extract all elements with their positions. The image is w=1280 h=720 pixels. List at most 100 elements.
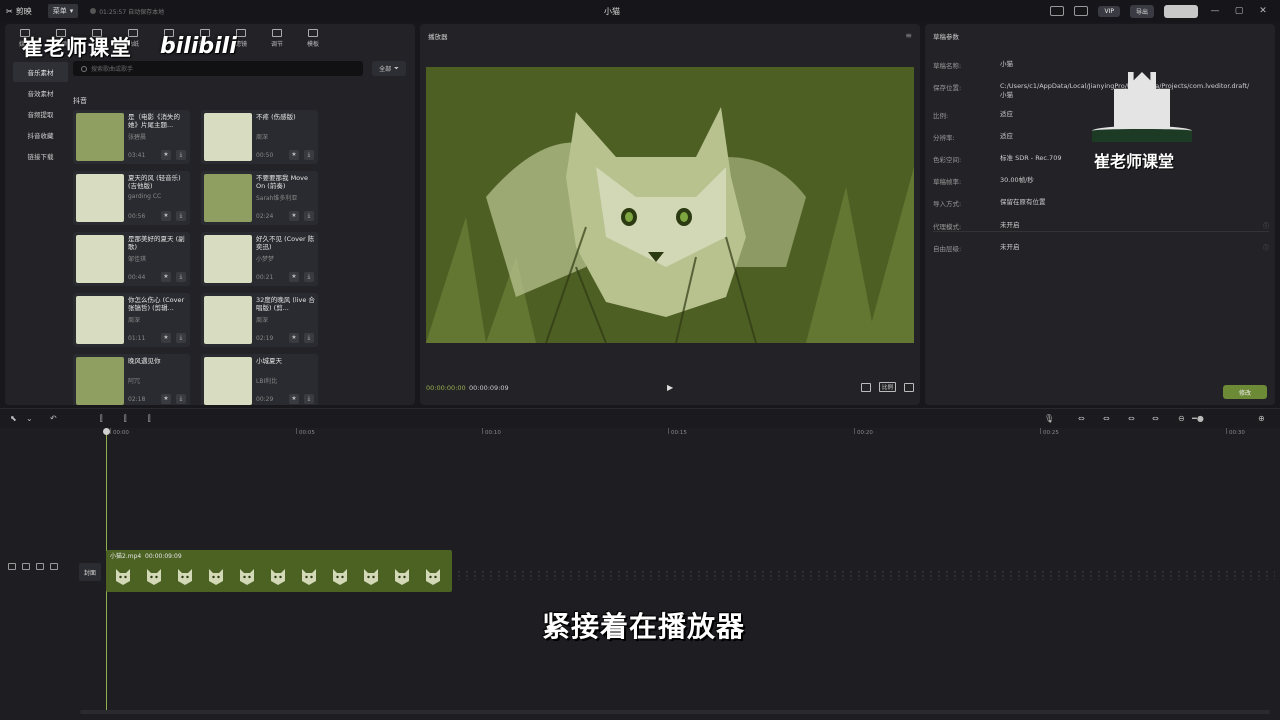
player-menu-icon[interactable]: ≡ (905, 31, 912, 40)
song-thumbnail (204, 235, 252, 283)
star-icon[interactable]: ★ (161, 211, 171, 221)
sidebar-item-2[interactable]: 音频提取 (13, 104, 68, 124)
clip-frame-thumbnail (325, 563, 355, 590)
sidebar-item-0[interactable]: 音乐素材 (13, 62, 68, 82)
chevron-down-icon[interactable]: ⌄ (26, 414, 33, 423)
template-icon (308, 28, 318, 37)
star-icon[interactable]: ★ (289, 333, 299, 343)
share-button[interactable] (1164, 4, 1198, 18)
maximize-icon[interactable]: ▢ (1232, 6, 1246, 16)
close-icon[interactable]: ✕ (1256, 6, 1270, 16)
screenshot-icon[interactable] (860, 382, 871, 392)
ratio-button[interactable]: 比例 (878, 382, 896, 392)
menu-button[interactable]: 菜单 ▾ (47, 4, 79, 18)
ruler-tick (1226, 428, 1227, 434)
media-tab-8[interactable]: 模板 (297, 24, 329, 52)
sidebar-item-1[interactable]: 音效素材 (13, 83, 68, 103)
song-card[interactable]: 你怎么伤心 (Cover 张镐哲) (剪辑... 周深 01:11 ★ ⤓ (73, 293, 190, 347)
download-icon[interactable]: ⤓ (304, 394, 314, 404)
link-icon[interactable]: ⇔ (1078, 414, 1085, 423)
time-ruler[interactable]: 00:00 00:05 00:10 00:15 00:20 00:25 00:30 (106, 428, 1280, 442)
ruler-tick (482, 428, 483, 434)
star-icon[interactable]: ★ (161, 272, 171, 282)
star-icon[interactable]: ★ (289, 394, 299, 404)
song-title: 是那美好的夏天 (副歌) (128, 235, 185, 251)
split-right-icon[interactable]: ⫿ (148, 414, 151, 424)
select-tool-icon[interactable]: ⬉ (10, 414, 17, 423)
minimize-icon[interactable]: — (1208, 6, 1222, 16)
download-icon[interactable]: ⤓ (176, 272, 186, 282)
horizontal-scrollbar[interactable] (80, 710, 1270, 714)
video-clip[interactable]: 小猫2.mp4 00:00:09:09 (106, 550, 452, 592)
download-icon[interactable]: ⤓ (176, 333, 186, 343)
download-icon[interactable]: ⤓ (304, 150, 314, 160)
adjust-icon (272, 28, 282, 37)
song-card[interactable]: 小城夏天 LBI利比 00:29 ★ ⤓ (201, 354, 318, 405)
preview-axis-icon[interactable]: ⇔ (1128, 414, 1135, 423)
split-icon[interactable]: ⫿ (100, 414, 103, 424)
modify-button[interactable]: 修改 (1223, 385, 1267, 399)
help-icon[interactable]: ⓘ (1263, 221, 1269, 230)
media-tab-7[interactable]: 调节 (261, 24, 293, 52)
mute-icon[interactable] (50, 563, 58, 570)
download-icon[interactable]: ⤓ (304, 333, 314, 343)
download-icon[interactable]: ⤓ (176, 211, 186, 221)
auto-link-icon[interactable]: ⇔ (1152, 414, 1159, 423)
download-icon[interactable]: ⤓ (176, 394, 186, 404)
download-icon[interactable]: ⤓ (304, 211, 314, 221)
media-tab-label: 调节 (270, 40, 283, 48)
zoom-in-icon[interactable]: ⊕ (1258, 414, 1265, 423)
star-icon[interactable]: ★ (161, 150, 171, 160)
clip-frame-thumbnail (263, 563, 293, 590)
snap-icon[interactable]: ⇔ (1103, 414, 1110, 423)
song-card[interactable]: 好久不见 (Cover 陈奕迅) 小梦梦 00:21 ★ ⤓ (201, 232, 318, 286)
play-icon[interactable]: ▶ (667, 383, 673, 392)
playhead-handle[interactable] (103, 428, 110, 435)
song-card[interactable]: 是（电影《消失的她》片尾主题... 张碧晨 03:41 ★ ⤓ (73, 110, 190, 164)
song-card[interactable]: 晚风遇见你 阿冗 02:18 ★ ⤓ (73, 354, 190, 405)
sidebar-item-3[interactable]: 抖音收藏 (13, 125, 68, 145)
filter-button[interactable]: 全部 ⏷ (372, 61, 406, 76)
music-grid: 是（电影《消失的她》片尾主题... 张碧晨 03:41 ★ ⤓ 不疼 (伤感版) 周深 00:… (73, 110, 323, 405)
song-duration: 02:19 (256, 335, 274, 342)
zoom-slider[interactable]: ━● (1192, 414, 1204, 423)
song-card[interactable]: 不疼 (伤感版) 周深 00:50 ★ ⤓ (201, 110, 318, 164)
star-icon[interactable]: ★ (289, 211, 299, 221)
download-icon[interactable]: ⤓ (176, 150, 186, 160)
watermark-bilibili: bilibili (160, 34, 237, 59)
star-icon[interactable]: ★ (161, 394, 171, 404)
lock-icon[interactable] (22, 563, 30, 570)
undo-icon[interactable]: ↶ (50, 414, 57, 423)
clip-frame-thumbnail (139, 563, 169, 590)
zoom-out-icon[interactable]: ⊖ (1178, 414, 1185, 423)
keyboard-icon[interactable] (1050, 6, 1065, 16)
star-icon[interactable]: ★ (161, 333, 171, 343)
layout-icon[interactable] (1074, 6, 1089, 16)
autosave-status: 01:25:57 自动保存本地 (90, 7, 164, 16)
export-button[interactable]: 导出 (1129, 4, 1154, 18)
cover-button[interactable]: 封面 (79, 563, 101, 581)
fullscreen-icon[interactable] (904, 382, 914, 392)
star-icon[interactable]: ★ (289, 150, 299, 160)
video-preview[interactable] (426, 67, 914, 343)
title-bar: ✂ 剪映 菜单 ▾ 01:25:57 自动保存本地 小猫 VIP 导出 — ▢ … (0, 0, 1280, 22)
star-icon[interactable]: ★ (289, 272, 299, 282)
split-left-icon[interactable]: ⫿ (124, 414, 127, 424)
song-card[interactable]: 夏天的风 (轻音乐) (吉他版) garding CC 00:56 ★ ⤓ (73, 171, 190, 225)
help-icon[interactable]: ⓘ (1263, 243, 1269, 252)
track-video-icon[interactable] (8, 563, 16, 570)
song-duration: 01:11 (128, 335, 146, 342)
vip-button[interactable]: VIP (1098, 5, 1120, 17)
search-input[interactable]: 搜索歌曲或歌手 (73, 61, 363, 76)
song-card[interactable]: 32度的晚风 (live 合唱版) (剪... 周深 02:19 ★ ⤓ (201, 293, 318, 347)
microphone-icon[interactable]: 🎙 (1044, 414, 1054, 423)
chevron-down-icon: ▾ (69, 7, 74, 15)
eye-icon[interactable] (36, 563, 44, 570)
song-card[interactable]: 是那美好的夏天 (副歌) 邹佳琪 00:44 ★ ⤓ (73, 232, 190, 286)
download-icon[interactable]: ⤓ (304, 272, 314, 282)
sidebar-item-4[interactable]: 链接下载 (13, 146, 68, 166)
clip-frame-thumbnail (232, 563, 262, 590)
song-thumbnail (76, 296, 124, 344)
song-card[interactable]: 不要要那我 Move On (前奏) Sarah维多利亚 02:24 ★ ⤓ (201, 171, 318, 225)
song-artist: 周深 (256, 317, 269, 324)
